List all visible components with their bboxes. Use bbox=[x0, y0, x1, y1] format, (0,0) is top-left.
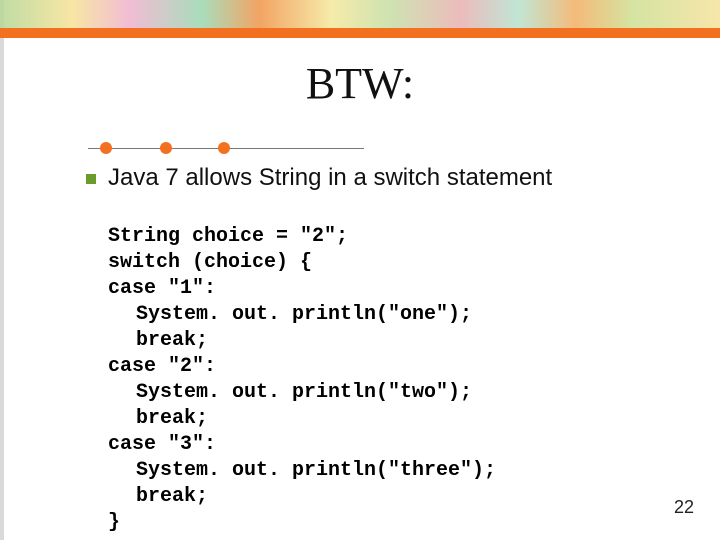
page-number: 22 bbox=[674, 497, 694, 518]
code-block: String choice = "2"; switch (choice) { c… bbox=[108, 198, 690, 536]
body-area: Java 7 allows String in a switch stateme… bbox=[108, 164, 690, 536]
accent-dot-icon bbox=[160, 142, 172, 154]
accent-dot-icon bbox=[100, 142, 112, 154]
code-line: System. out. println("two"); bbox=[108, 381, 472, 404]
code-line: } bbox=[108, 511, 120, 534]
code-line: break; bbox=[108, 407, 208, 430]
code-line: case "1": bbox=[108, 277, 216, 300]
code-line: switch (choice) { bbox=[108, 251, 312, 274]
code-line: case "3": bbox=[108, 433, 216, 456]
orange-bar bbox=[0, 28, 720, 38]
accent-dot-icon bbox=[218, 142, 230, 154]
code-line: System. out. println("three"); bbox=[108, 459, 496, 482]
square-bullet-icon bbox=[86, 174, 96, 184]
slide-title: BTW: bbox=[0, 58, 720, 109]
code-line: String choice = "2"; bbox=[108, 225, 348, 248]
decorative-banner bbox=[0, 0, 720, 28]
code-line: break; bbox=[108, 329, 208, 352]
code-line: System. out. println("one"); bbox=[108, 303, 472, 326]
code-line: case "2": bbox=[108, 355, 216, 378]
bullet-item: Java 7 allows String in a switch stateme… bbox=[108, 164, 690, 192]
bullet-text: Java 7 allows String in a switch stateme… bbox=[108, 164, 552, 191]
code-line: break; bbox=[108, 485, 208, 508]
